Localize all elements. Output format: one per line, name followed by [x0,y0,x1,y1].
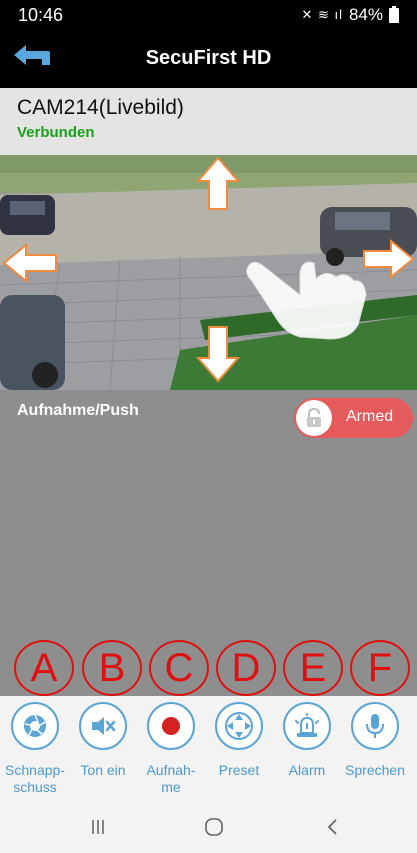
back-nav-button[interactable] [312,814,352,840]
status-bar: 10:46 ✕ ≋ ıl 84% [0,0,417,30]
battery-icon [389,5,399,23]
camera-title: CAM214(Livebild) [17,96,184,119]
camera-shutter-icon [24,714,46,737]
microphone-icon [366,714,384,738]
alarm-light-icon [295,713,319,737]
record-button[interactable]: Aufnah- me [136,696,206,800]
sound-on-button[interactable]: Ton ein [68,696,138,800]
annotation-letter-a: A [14,640,74,696]
video-frame [0,155,417,390]
lock-icon [296,400,332,436]
home-icon [205,818,223,836]
system-nav-bar [0,800,417,853]
snapshot-button[interactable]: Schnapp- schuss [0,696,70,800]
app-bar: SecuFirst HD [0,30,417,88]
annotation-letter-d: D [216,640,276,696]
annotation-letter-b: B [82,640,142,696]
annotation-letter-e: E [283,640,343,696]
alarm-button[interactable]: Alarm [272,696,342,800]
recording-push-label: Aufnahme/Push [17,402,139,419]
status-icons: ✕ ≋ ıl 84% [301,5,399,25]
chevron-left-icon [327,819,337,835]
connection-status: Verbunden [17,124,95,141]
recent-apps-button[interactable] [78,814,118,840]
home-button[interactable] [194,814,234,840]
control-toolbar: Schnapp- schuss Ton ein Aufnah- me Prese… [0,696,417,800]
armed-toggle[interactable]: Armed [294,398,413,438]
annotation-letter-f: F [350,640,410,696]
record-icon [162,717,180,735]
live-video[interactable] [0,155,417,390]
status-time: 10:46 [18,5,64,25]
recent-apps-icon [92,820,104,834]
signal-icon: ✕ ≋ ıl [301,7,343,22]
dpad-icon [225,712,253,740]
speaker-mute-icon [92,717,116,735]
talk-label: Sprechen [345,762,405,778]
preset-button[interactable]: Preset [204,696,274,800]
armed-label: Armed [346,408,394,425]
annotation-letter-c: C [149,640,209,696]
camera-header: CAM214(Livebild) Verbunden [0,88,417,155]
talk-button[interactable]: Sprechen [340,696,410,800]
app-title: SecuFirst HD [145,47,272,69]
battery-level: 84% [348,5,383,24]
